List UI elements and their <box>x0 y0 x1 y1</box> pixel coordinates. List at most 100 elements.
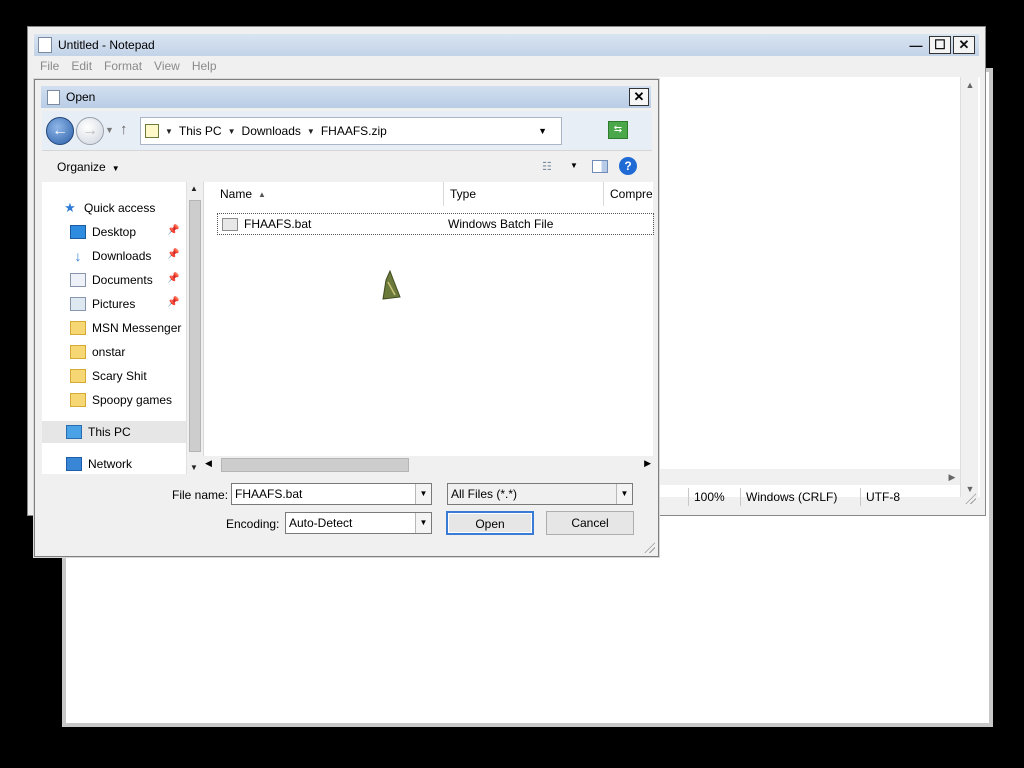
network-icon <box>66 457 82 471</box>
location-icon <box>145 124 159 138</box>
sort-ascending-icon: ▲ <box>258 189 266 199</box>
open-button[interactable]: Open <box>446 511 534 535</box>
dialog-icon <box>47 89 60 105</box>
notepad-text-area[interactable] <box>658 77 980 497</box>
menu-edit[interactable]: Edit <box>71 59 92 73</box>
nav-item-onstar[interactable]: onstar <box>70 341 125 363</box>
chevron-down-icon[interactable]: ▼ <box>307 127 315 136</box>
close-button[interactable]: ✕ <box>953 36 975 54</box>
address-bar[interactable]: ▼ This PC ▼ Downloads ▼ FHAAFS.zip ▼ <box>140 117 562 145</box>
forward-arrow-icon[interactable]: → <box>76 117 104 145</box>
breadcrumb-this-pc[interactable]: This PC <box>179 124 222 138</box>
nav-item-network[interactable]: Network <box>66 453 132 475</box>
dialog-close-button[interactable]: ✕ <box>629 88 649 106</box>
file-name-label: File name: <box>172 488 229 502</box>
status-zoom: 100% <box>688 488 740 506</box>
view-options-icon[interactable]: ☷ <box>542 161 558 173</box>
encoding-select[interactable]: Auto-Detect ▼ <box>285 512 432 534</box>
nav-item-quick-access[interactable]: ★ Quick access <box>62 197 155 219</box>
notepad-title-bar[interactable]: Untitled - Notepad — ☐ ✕ <box>34 34 979 56</box>
chevron-down-icon[interactable]: ▼ <box>165 127 173 136</box>
scroll-down-icon[interactable]: ▼ <box>190 463 198 472</box>
notepad-menu-bar: File Edit Format View Help <box>40 59 217 73</box>
resize-grip-icon[interactable] <box>643 541 655 553</box>
file-type-select[interactable]: All Files (*.*) ▼ <box>447 483 633 505</box>
pictures-icon <box>70 297 86 311</box>
scroll-right-icon[interactable]: ▶ <box>644 458 651 469</box>
maximize-button[interactable]: ☐ <box>929 36 951 54</box>
nav-item-scary-shit[interactable]: Scary Shit <box>70 365 147 387</box>
organize-button[interactable]: Organize ▼ <box>57 160 120 174</box>
chevron-down-icon[interactable]: ▼ <box>228 127 236 136</box>
scroll-left-icon[interactable]: ◀ <box>205 458 212 469</box>
status-encoding: UTF-8 <box>860 488 940 506</box>
file-name-value: FHAAFS.bat <box>235 487 303 501</box>
scroll-thumb[interactable] <box>189 200 201 452</box>
scroll-right-icon[interactable]: ▶ <box>944 469 960 485</box>
dialog-title-bar[interactable]: Open ✕ <box>41 86 651 108</box>
nav-item-documents[interactable]: Documents 📌 <box>70 269 190 291</box>
scroll-up-icon[interactable]: ▲ <box>190 184 198 193</box>
nav-item-this-pc[interactable]: This PC <box>42 421 186 443</box>
documents-icon <box>70 273 86 287</box>
encoding-label: Encoding: <box>226 517 280 531</box>
file-list-horizontal-scrollbar[interactable]: ◀ ▶ <box>203 456 653 474</box>
folder-icon <box>70 345 86 359</box>
scroll-up-icon[interactable]: ▲ <box>961 77 979 93</box>
status-line-ending: Windows (CRLF) <box>740 488 860 506</box>
nav-item-label: Network <box>88 457 133 471</box>
refresh-icon[interactable]: ⇆ <box>608 121 628 139</box>
resize-grip-icon[interactable] <box>964 492 976 504</box>
menu-format[interactable]: Format <box>104 59 142 73</box>
nav-item-desktop[interactable]: Desktop 📌 <box>70 221 190 243</box>
file-name: FHAAFS.bat <box>244 217 312 231</box>
up-arrow-icon[interactable]: ↑ <box>120 121 128 138</box>
nav-item-label: Desktop <box>92 225 137 239</box>
breadcrumb-zip[interactable]: FHAAFS.zip <box>321 124 387 138</box>
column-label: Compre <box>610 187 653 201</box>
chevron-down-icon[interactable]: ▼ <box>415 484 431 504</box>
nav-item-pictures[interactable]: Pictures 📌 <box>70 293 190 315</box>
pin-icon: 📌 <box>167 225 180 236</box>
recent-locations-chevron-icon[interactable]: ▼ <box>105 125 114 135</box>
notepad-title: Untitled - Notepad <box>58 38 155 52</box>
nav-item-downloads[interactable]: ↓ Downloads 📌 <box>70 245 190 267</box>
address-dropdown-icon[interactable]: ▼ <box>538 126 547 136</box>
menu-help[interactable]: Help <box>192 59 217 73</box>
notepad-horizontal-scrollbar[interactable]: ▶ <box>658 469 960 485</box>
nav-item-label: onstar <box>92 345 126 359</box>
breadcrumb-downloads[interactable]: Downloads <box>242 124 301 138</box>
computer-icon <box>66 425 82 439</box>
file-name-input[interactable]: FHAAFS.bat ▼ <box>231 483 432 505</box>
column-label: Type <box>450 187 477 201</box>
view-dropdown-icon[interactable]: ▼ <box>570 161 578 170</box>
nav-item-msn-messenger[interactable]: MSN Messenger <box>70 317 181 339</box>
cancel-button[interactable]: Cancel <box>546 511 634 535</box>
dialog-toolbar: Organize ▼ ☷ ▼ ? <box>42 152 652 182</box>
notepad-vertical-scrollbar[interactable]: ▲ ▼ <box>960 77 978 497</box>
open-dialog: Open ✕ ← → ▼ ↑ ▼ This PC ▼ Downloads ▼ F… <box>34 79 659 557</box>
notepad-icon <box>38 37 52 53</box>
file-type-value: All Files (*.*) <box>451 487 518 501</box>
menu-view[interactable]: View <box>154 59 180 73</box>
preview-pane-icon[interactable] <box>592 160 608 173</box>
nav-item-label: Scary Shit <box>92 369 147 383</box>
batch-file-icon <box>222 217 238 231</box>
nav-item-label: Pictures <box>92 297 136 311</box>
column-header-compressed[interactable]: Compre <box>604 182 654 206</box>
file-row[interactable]: FHAAFS.bat Windows Batch File <box>217 213 654 235</box>
minimize-button[interactable]: — <box>905 36 927 54</box>
chevron-down-icon[interactable]: ▼ <box>415 513 431 533</box>
column-header-name[interactable]: Name ▲ <box>204 182 444 206</box>
nav-item-label: This PC <box>88 425 131 439</box>
nav-item-label: MSN Messenger <box>92 321 182 335</box>
scroll-thumb[interactable] <box>221 458 409 472</box>
column-header-type[interactable]: Type <box>444 182 604 206</box>
nav-pane-scrollbar[interactable]: ▲ ▼ <box>186 182 202 474</box>
help-icon[interactable]: ? <box>619 157 637 175</box>
back-arrow-icon[interactable]: ← <box>46 117 74 145</box>
nav-item-spoopy-games[interactable]: Spoopy games <box>70 389 172 411</box>
organize-label: Organize <box>57 160 106 174</box>
menu-file[interactable]: File <box>40 59 59 73</box>
chevron-down-icon[interactable]: ▼ <box>616 484 632 504</box>
